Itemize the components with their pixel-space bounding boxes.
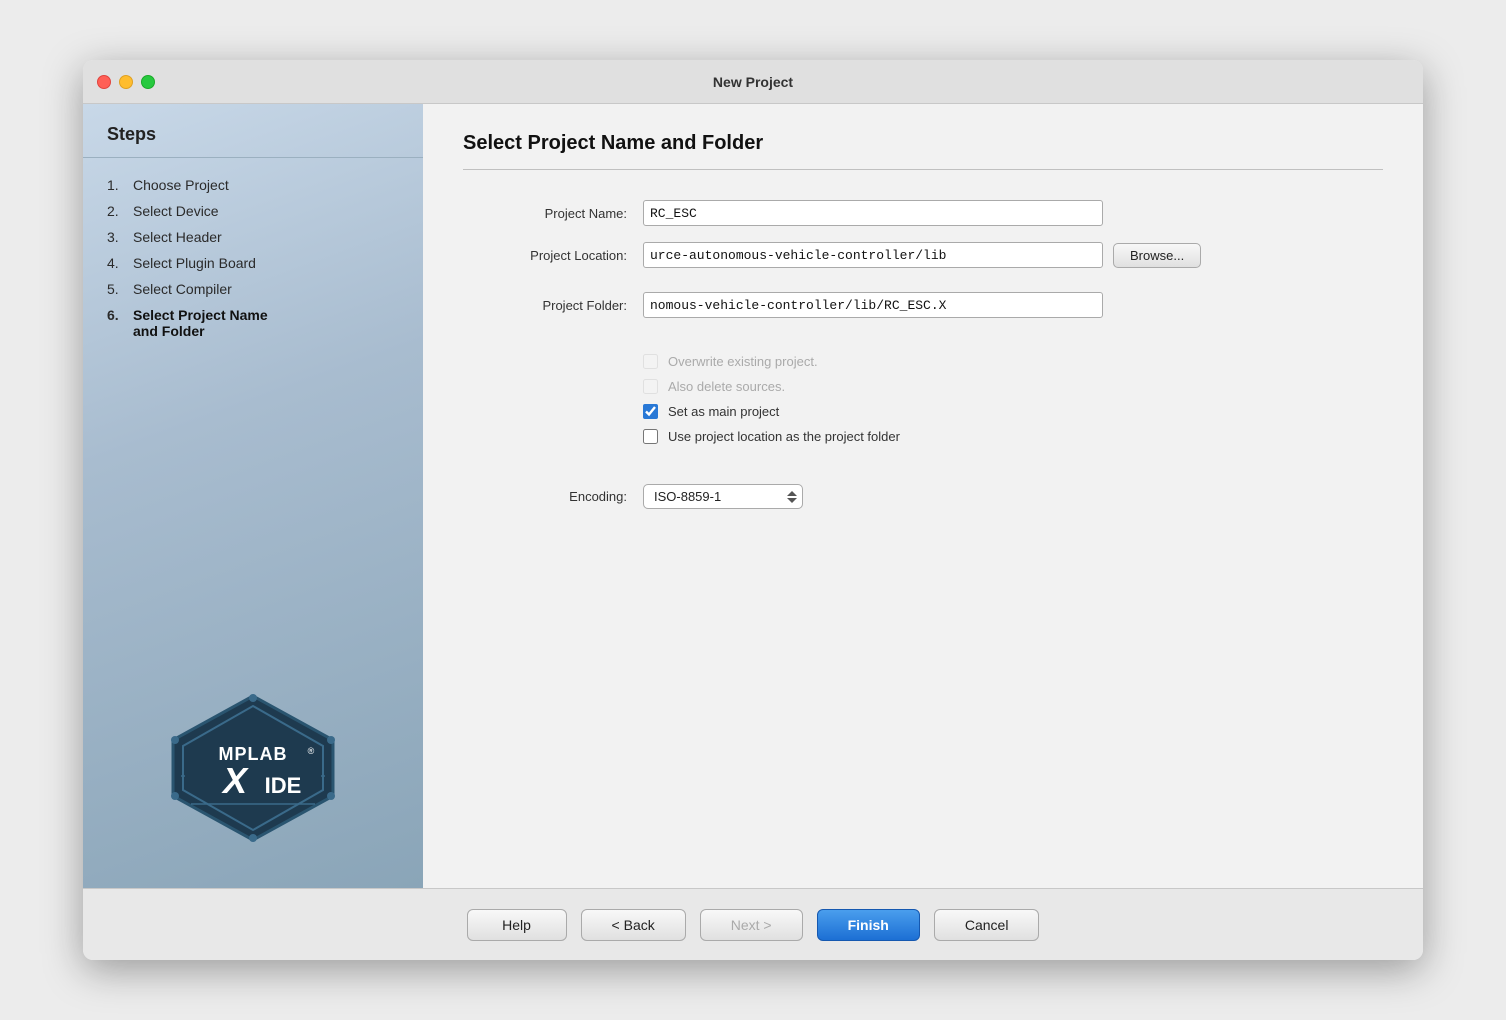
use-location-row: Use project location as the project fold… (643, 429, 1383, 444)
new-project-window: New Project Steps 1. Choose Project 2. S… (83, 60, 1423, 960)
project-name-row: Project Name: (463, 200, 1383, 226)
maximize-button[interactable] (141, 75, 155, 89)
bottom-bar: Help < Back Next > Finish Cancel (83, 888, 1423, 960)
sidebar-header: Steps (83, 124, 423, 158)
project-folder-input[interactable] (643, 292, 1103, 318)
minimize-button[interactable] (119, 75, 133, 89)
browse-button[interactable]: Browse... (1113, 243, 1201, 268)
overwrite-checkbox[interactable] (643, 354, 658, 369)
svg-text:®: ® (308, 746, 315, 756)
project-location-input[interactable] (643, 242, 1103, 268)
sidebar: Steps 1. Choose Project 2. Select Device… (83, 104, 423, 888)
checkboxes-section: Overwrite existing project. Also delete … (643, 354, 1383, 444)
step-2-label: Select Device (133, 203, 219, 219)
set-main-row: Set as main project (643, 404, 1383, 419)
steps-list: 1. Choose Project 2. Select Device 3. Se… (83, 172, 423, 344)
step-5-label: Select Compiler (133, 281, 232, 297)
step-6-num: 6. (107, 307, 125, 339)
use-location-label: Use project location as the project fold… (668, 429, 900, 444)
cancel-button[interactable]: Cancel (934, 909, 1040, 941)
step-3-label: Select Header (133, 229, 222, 245)
overwrite-label: Overwrite existing project. (668, 354, 818, 369)
step-4-label: Select Plugin Board (133, 255, 256, 271)
step-3-num: 3. (107, 229, 125, 245)
delete-sources-row: Also delete sources. (643, 379, 1383, 394)
svg-text:X: X (221, 760, 249, 801)
step-4: 4. Select Plugin Board (107, 250, 399, 276)
project-location-row: Project Location: Browse... (463, 242, 1383, 268)
help-button[interactable]: Help (467, 909, 567, 941)
next-button[interactable]: Next > (700, 909, 803, 941)
main-content: Steps 1. Choose Project 2. Select Device… (83, 104, 1423, 888)
encoding-select-wrapper: ISO-8859-1 (643, 484, 803, 509)
step-1-label: Choose Project (133, 177, 229, 193)
use-location-checkbox[interactable] (643, 429, 658, 444)
project-folder-label: Project Folder: (463, 298, 643, 313)
panel-title: Select Project Name and Folder (463, 132, 1383, 170)
step-2: 2. Select Device (107, 198, 399, 224)
delete-sources-checkbox[interactable] (643, 379, 658, 394)
window-title: New Project (713, 74, 793, 90)
set-main-checkbox[interactable] (643, 404, 658, 419)
right-panel: Select Project Name and Folder Project N… (423, 104, 1423, 888)
step-1-num: 1. (107, 177, 125, 193)
project-name-input[interactable] (643, 200, 1103, 226)
back-button[interactable]: < Back (581, 909, 686, 941)
step-5-num: 5. (107, 281, 125, 297)
encoding-row: Encoding: ISO-8859-1 (463, 484, 1383, 509)
project-folder-row: Project Folder: (463, 292, 1383, 318)
step-5: 5. Select Compiler (107, 276, 399, 302)
step-6: 6. Select Project Nameand Folder (107, 302, 399, 344)
overwrite-row: Overwrite existing project. (643, 354, 1383, 369)
traffic-lights (97, 75, 155, 89)
step-6-label: Select Project Nameand Folder (133, 307, 268, 339)
delete-sources-label: Also delete sources. (668, 379, 785, 394)
mplab-logo: MPLAB ® X IDE (153, 688, 353, 848)
logo-area: MPLAB ® X IDE (83, 658, 423, 888)
project-location-label: Project Location: (463, 248, 643, 263)
step-3: 3. Select Header (107, 224, 399, 250)
titlebar: New Project (83, 60, 1423, 104)
finish-button[interactable]: Finish (817, 909, 920, 941)
step-2-num: 2. (107, 203, 125, 219)
step-4-num: 4. (107, 255, 125, 271)
set-main-label: Set as main project (668, 404, 779, 419)
close-button[interactable] (97, 75, 111, 89)
encoding-label: Encoding: (463, 489, 643, 504)
encoding-select[interactable]: ISO-8859-1 (643, 484, 803, 509)
svg-text:IDE: IDE (265, 773, 302, 798)
project-name-label: Project Name: (463, 206, 643, 221)
step-1: 1. Choose Project (107, 172, 399, 198)
